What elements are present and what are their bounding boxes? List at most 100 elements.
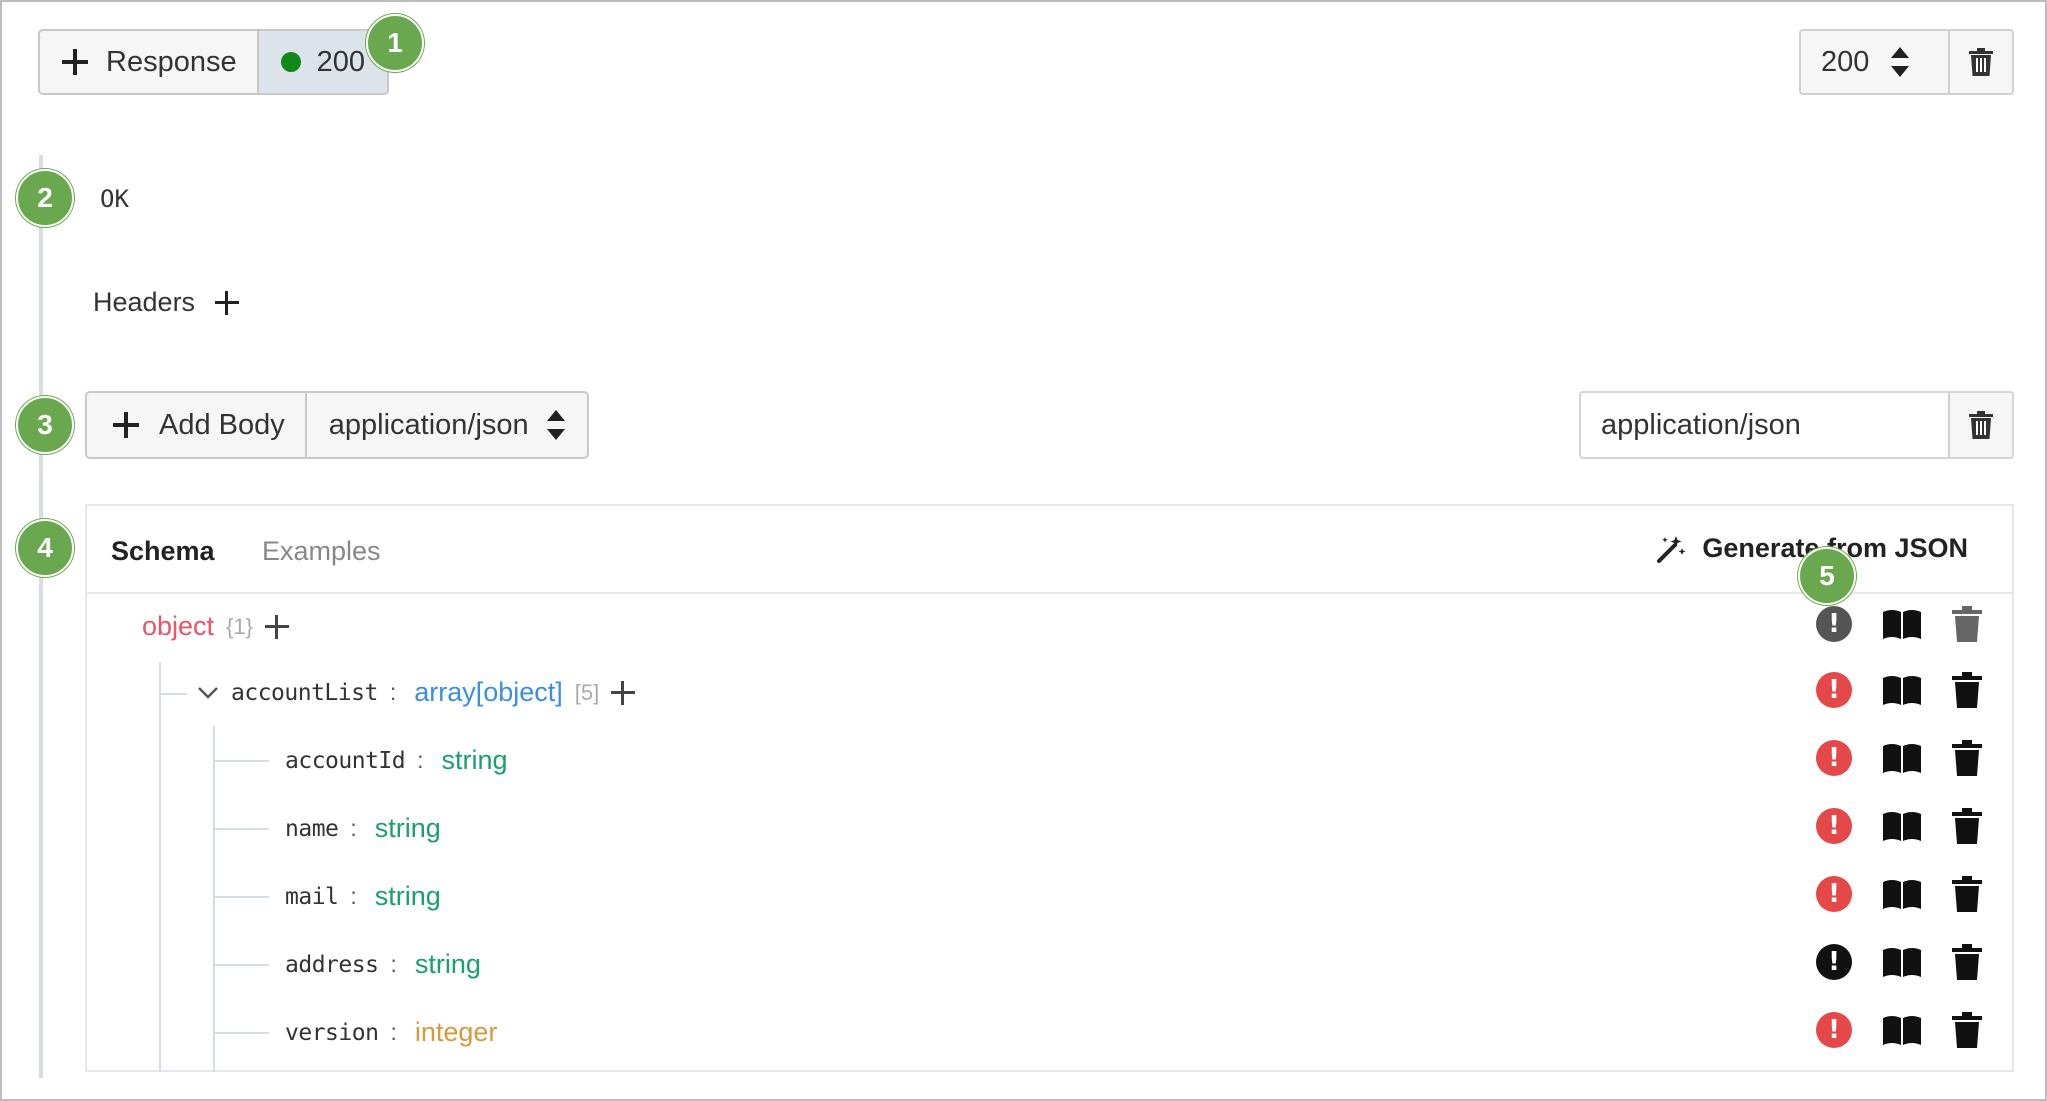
type-string[interactable]: string (375, 813, 441, 844)
add-property-plus-icon[interactable] (611, 680, 636, 705)
row-actions: ! (1816, 1012, 1982, 1048)
type-string[interactable]: string (442, 745, 508, 776)
headers-label: Headers (93, 287, 196, 317)
colon-separator: : (350, 883, 357, 909)
trash-icon[interactable] (1952, 672, 1982, 708)
schema-row-field[interactable]: address : string ! (87, 932, 2012, 998)
required-toggle-icon[interactable]: ! (1816, 808, 1852, 844)
callout-badge-1: 1 (366, 14, 424, 72)
book-icon[interactable] (1882, 810, 1922, 842)
colon-separator: : (389, 679, 397, 705)
trash-icon[interactable] (1952, 606, 1982, 642)
status-dot-icon (280, 52, 301, 72)
row-actions: ! (1816, 944, 1982, 980)
required-toggle-icon[interactable]: ! (1816, 1012, 1852, 1048)
property-name[interactable]: version (285, 1020, 379, 1046)
plus-icon (113, 412, 139, 438)
sort-arrows-icon (546, 410, 565, 440)
callout-badge-5: 5 (1798, 547, 1856, 605)
response-tab-group: Response 200 (38, 29, 389, 95)
callout-badge-3: 3 (16, 396, 74, 454)
add-header-plus-icon[interactable] (215, 290, 240, 315)
add-response-label: Response (106, 45, 237, 78)
status-code-select: 200 (1799, 29, 2014, 95)
required-toggle-icon[interactable]: ! (1816, 606, 1852, 642)
body-type-value: application/json (328, 408, 529, 441)
property-count: {1} (226, 613, 253, 639)
sort-arrows-icon (1891, 47, 1910, 77)
colon-separator: : (390, 1019, 397, 1045)
colon-separator: : (350, 815, 357, 841)
type-object[interactable]: object (142, 611, 214, 642)
tab-examples[interactable]: Examples (262, 536, 381, 567)
schema-row-label: name : string (285, 813, 441, 844)
type-integer[interactable]: integer (415, 1017, 498, 1048)
status-code-value: 200 (1821, 45, 1870, 78)
required-toggle-icon[interactable]: ! (1816, 672, 1852, 708)
panel-tabs: Schema Examples Generate from JSON (87, 506, 2012, 594)
property-name[interactable]: accountId (285, 748, 406, 774)
add-property-plus-icon[interactable] (265, 614, 289, 639)
schema-row-field[interactable]: name : string ! (87, 796, 2012, 862)
property-name[interactable]: accountList (231, 680, 378, 706)
book-icon[interactable] (1882, 608, 1922, 640)
property-name[interactable]: mail (285, 884, 339, 910)
schema-row-field[interactable]: mail : string ! (87, 864, 2012, 930)
required-toggle-icon[interactable]: ! (1816, 740, 1852, 776)
book-icon[interactable] (1882, 1014, 1922, 1046)
required-toggle-icon[interactable]: ! (1816, 944, 1852, 980)
trash-icon[interactable] (1952, 876, 1982, 912)
trash-icon[interactable] (1952, 808, 1982, 844)
media-type-input[interactable]: application/json (1581, 393, 1948, 457)
trash-icon[interactable] (1952, 944, 1982, 980)
type-string[interactable]: string (375, 881, 441, 912)
body-type-select[interactable]: application/json (307, 393, 587, 457)
trash-icon (1969, 411, 1993, 439)
trash-icon[interactable] (1952, 740, 1982, 776)
chevron-down-icon[interactable] (197, 686, 219, 700)
property-name[interactable]: address (285, 952, 379, 978)
schema-row-label: object {1} (142, 611, 289, 642)
headers-section: Headers (93, 287, 240, 318)
row-actions: ! (1816, 876, 1982, 912)
book-icon[interactable] (1882, 946, 1922, 978)
book-icon[interactable] (1882, 878, 1922, 910)
response-description[interactable]: OK (100, 185, 129, 213)
schema-row-label: version : integer (285, 1017, 497, 1048)
schema-row-label: accountId : string (285, 745, 508, 776)
colon-separator: : (417, 747, 424, 773)
media-type-field: application/json (1579, 391, 2014, 459)
timeline-line (39, 155, 43, 1078)
magic-wand-icon (1657, 535, 1686, 563)
delete-body-button[interactable] (1948, 393, 2012, 457)
row-actions: ! (1816, 808, 1982, 844)
row-actions: ! (1816, 672, 1982, 708)
type-array[interactable]: array[object] (414, 677, 563, 708)
body-tab-group: Add Body application/json (85, 391, 589, 459)
book-icon[interactable] (1882, 742, 1922, 774)
schema-panel: Schema Examples Generate from JSON objec… (85, 504, 2014, 1072)
callout-badge-2: 2 (16, 169, 74, 227)
response-code-label: 200 (316, 45, 365, 78)
add-response-button[interactable]: Response (40, 31, 259, 93)
property-name[interactable]: name (285, 816, 339, 842)
row-actions: ! (1816, 740, 1982, 776)
schema-row-field[interactable]: version : integer ! (87, 1000, 2012, 1066)
schema-row-root[interactable]: object {1} ! (87, 594, 2012, 660)
required-toggle-icon[interactable]: ! (1816, 876, 1852, 912)
schema-row-accountlist[interactable]: accountList : array[object] [5] ! (87, 660, 2012, 726)
status-code-dropdown[interactable]: 200 (1801, 31, 1948, 93)
plus-icon (62, 49, 88, 75)
item-count: [5] (574, 679, 600, 705)
add-body-button[interactable]: Add Body (87, 393, 307, 457)
tab-schema[interactable]: Schema (111, 536, 215, 567)
book-icon[interactable] (1882, 674, 1922, 706)
add-body-label: Add Body (159, 408, 285, 441)
delete-response-button[interactable] (1948, 31, 2012, 93)
schema-row-field[interactable]: accountId : string ! (87, 728, 2012, 794)
response-editor: Response 200 1 200 2 OK Headers 3 Add Bo… (0, 0, 2047, 1101)
colon-separator: : (390, 951, 397, 977)
callout-badge-4: 4 (16, 519, 74, 577)
type-string[interactable]: string (415, 949, 481, 980)
trash-icon[interactable] (1952, 1012, 1982, 1048)
